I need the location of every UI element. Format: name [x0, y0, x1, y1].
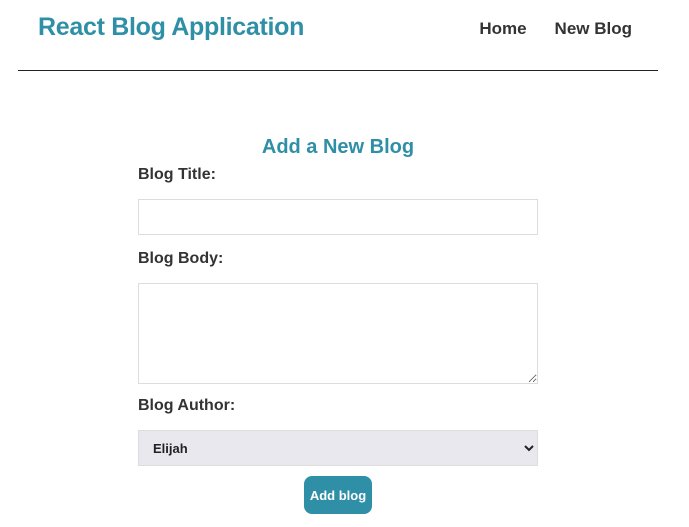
app-title: React Blog Application	[38, 13, 305, 41]
create-blog-form-container: Add a New Blog Blog Title: Blog Body: Bl…	[138, 130, 538, 514]
blog-body-label: Blog Body:	[138, 250, 224, 267]
blog-author-select[interactable]: Elijah	[138, 430, 538, 466]
nav-link-home[interactable]: Home	[479, 19, 526, 39]
nav-link-new-blog[interactable]: New Blog	[555, 19, 632, 39]
submit-wrap: Add blog	[138, 476, 538, 514]
blog-title-input[interactable]	[138, 199, 538, 235]
form-heading: Add a New Blog	[261, 136, 415, 158]
blog-author-label: Blog Author:	[138, 397, 236, 414]
navbar: React Blog Application Home New Blog	[18, 0, 658, 71]
blog-title-label: Blog Title:	[138, 166, 216, 183]
create-blog-form: Blog Title: Blog Body: Blog Author: Elij…	[138, 164, 538, 514]
blog-body-textarea[interactable]	[138, 283, 538, 384]
add-blog-button[interactable]: Add blog	[304, 476, 372, 514]
nav-links: Home New Blog	[479, 19, 632, 39]
